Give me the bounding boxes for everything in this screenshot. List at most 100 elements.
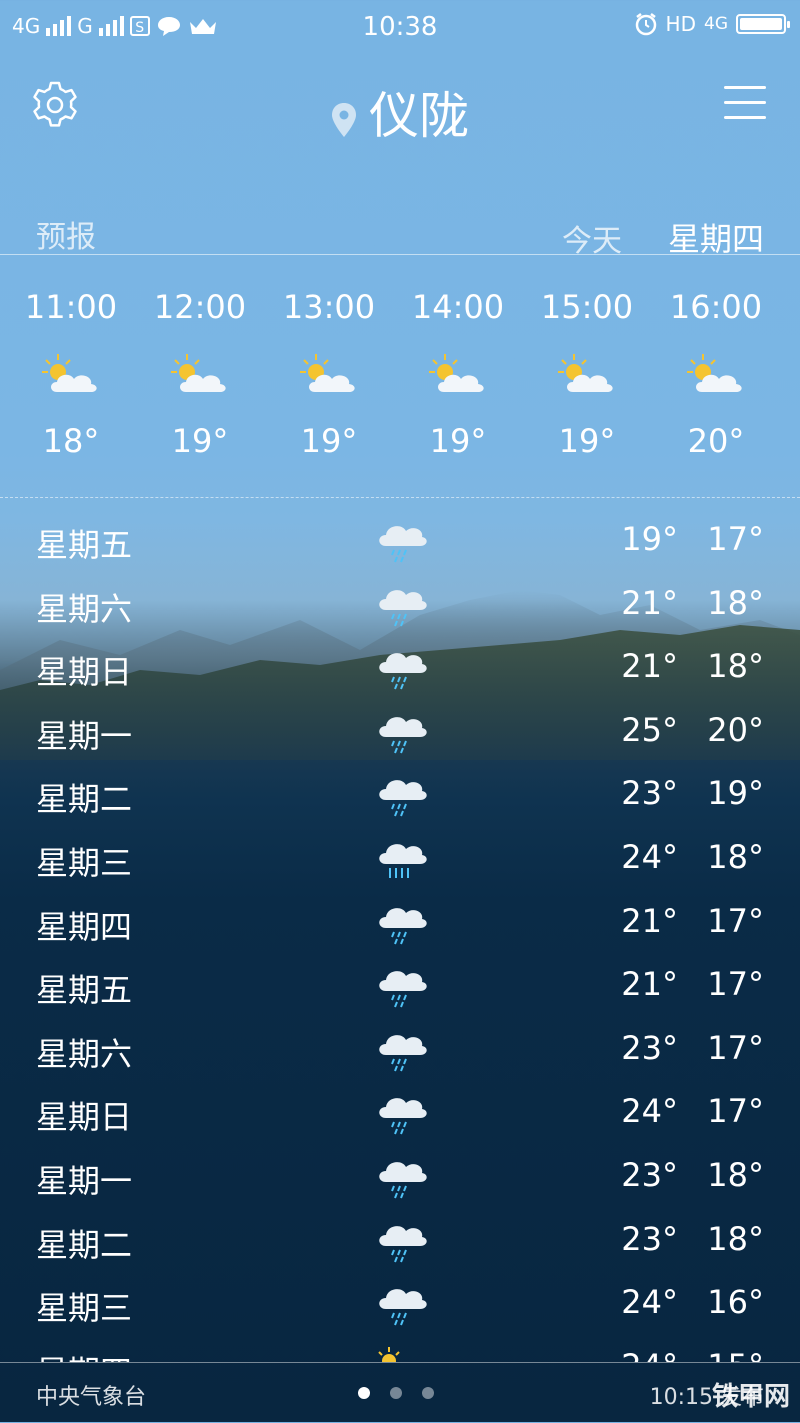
high-temp: 24° (621, 1347, 678, 1362)
hour-time: 12:00 (153, 288, 247, 326)
today-label: 今天 (562, 224, 622, 259)
daily-row: 星期二 23° 18° (0, 1208, 800, 1272)
low-temp: 17° (707, 520, 764, 558)
hourly-item: 14:00 19° (388, 280, 528, 460)
daily-row: 星期五 21° 17° (0, 953, 800, 1017)
hour-temp: 19° (300, 422, 358, 460)
city-name[interactable]: 仪陇 (369, 87, 469, 145)
high-temp: 23° (621, 1028, 678, 1067)
day-name: 星期一 (36, 1162, 133, 1200)
low-temp: 18° (707, 838, 764, 876)
low-temp: 18° (707, 647, 764, 686)
day-name: 星期二 (36, 1225, 133, 1264)
high-temp: 23° (621, 774, 678, 813)
day-name: 星期一 (36, 716, 133, 755)
day-name: 星期五 (36, 526, 133, 564)
low-temp: 17° (707, 901, 764, 940)
partly-sunny-icon (378, 1346, 400, 1362)
low-temp: 19° (707, 774, 764, 813)
high-temp: 23° (621, 1219, 678, 1258)
city-title: 仪陇 (0, 76, 800, 148)
day-name: 星期三 (36, 1289, 133, 1328)
hour-time: 16:00 (669, 288, 763, 326)
low-temp: 17° (707, 1028, 764, 1067)
low-temp: 17° (707, 965, 764, 1004)
hourly-item: 12:00 19° (130, 280, 270, 460)
hour-time: 14:00 (411, 288, 505, 326)
day-name: 星期日 (36, 1098, 133, 1137)
location-pin-icon (332, 102, 356, 137)
cloud-rain-icon (379, 526, 427, 563)
page-indicator[interactable] (358, 1387, 434, 1399)
high-temp: 24° (621, 1092, 678, 1131)
day-name: 星期五 (36, 971, 133, 1010)
low-temp: 18° (707, 583, 764, 622)
cloud-rain-icon (379, 1162, 427, 1199)
page-dot[interactable] (422, 1387, 434, 1399)
day-name: 星期四 (36, 907, 133, 946)
partly-sunny-icon (300, 354, 355, 392)
forecast-label: 预报 (36, 220, 96, 255)
status-bar: 4G G S 10:38 HD 4G (0, 0, 800, 56)
low-temp: 20° (707, 710, 764, 749)
cloud-rain-icon (379, 589, 427, 626)
daily-row: 星期一 23° 18° (0, 1144, 800, 1208)
cloud-heavy-rain-icon (379, 844, 427, 878)
page-dot-active[interactable] (358, 1387, 370, 1399)
menu-icon[interactable] (724, 86, 766, 120)
partly-sunny-icon (171, 354, 226, 392)
cloud-rain-icon (379, 1034, 427, 1072)
hour-time: 13:00 (282, 288, 376, 326)
hour-temp: 19° (171, 422, 229, 460)
daily-row: 星期日 24° 17° (0, 1080, 800, 1144)
daily-row: 星期六 21° 18° (0, 572, 800, 636)
page-dot[interactable] (390, 1387, 402, 1399)
daily-forecast-list[interactable]: 星期五 19° 17° 星期六 21° 18° 星期日 21° 18° 星期一 … (0, 508, 800, 1362)
high-temp: 23° (621, 1156, 678, 1194)
high-temp: 24° (621, 838, 678, 876)
daily-row: 星期三 24° 18° (0, 826, 800, 890)
daily-row: 星期一 25° 20° (0, 699, 800, 763)
high-temp: 24° (621, 1283, 678, 1322)
hour-temp: 18° (42, 422, 100, 460)
current-weekday: 星期四 (667, 220, 764, 258)
high-temp: 21° (621, 647, 678, 686)
footer: 中央气象台 10:15 发布 铁甲网 (0, 1362, 800, 1423)
day-name: 星期六 (36, 1034, 133, 1073)
partly-sunny-icon (687, 354, 742, 392)
high-temp: 21° (621, 965, 678, 1004)
cloud-rain-icon (379, 907, 427, 944)
day-name: 星期二 (36, 780, 133, 819)
day-name: 星期日 (36, 653, 133, 692)
data-source: 中央气象台 (36, 1385, 147, 1410)
hour-time: 11:00 (24, 288, 118, 326)
hour-temp: 19° (429, 422, 487, 460)
low-temp: 18° (707, 1219, 764, 1258)
hourly-item: 13:00 19° (259, 280, 399, 460)
day-name: 星期四 (36, 1347, 132, 1362)
hour-temp: 19° (558, 422, 616, 460)
alarm-icon (635, 13, 656, 36)
low-temp: 17° (707, 1092, 764, 1131)
low-temp: 18° (707, 1156, 764, 1194)
cloud-rain-icon (379, 780, 427, 817)
high-temp: 25° (621, 710, 678, 749)
low-temp: 15° (707, 1347, 764, 1362)
hourly-item: 15:00 19° (517, 280, 657, 460)
partly-sunny-icon (429, 354, 484, 392)
daily-row: 星期六 23° 17° (0, 1017, 800, 1081)
cloud-rain-icon (379, 1098, 427, 1135)
high-temp: 19° (621, 520, 678, 558)
daily-row: 星期日 21° 18° (0, 635, 800, 699)
high-temp: 21° (621, 901, 678, 940)
day-name: 星期六 (36, 589, 133, 628)
cloud-rain-icon (379, 653, 427, 690)
partly-sunny-icon (42, 354, 97, 392)
forecast-header: 预报 今天 星期四 (0, 208, 800, 259)
header: 仪陇 (0, 70, 800, 145)
daily-row: 星期四 21° 17° (0, 890, 800, 954)
hourly-forecast[interactable]: 11:00 18° 12:00 19° 13:00 19° 14:00 19° … (0, 280, 800, 490)
daily-row: 星期四 24° 15° (0, 1335, 800, 1362)
cloud-rain-icon (379, 716, 427, 754)
high-temp: 21° (621, 583, 678, 622)
